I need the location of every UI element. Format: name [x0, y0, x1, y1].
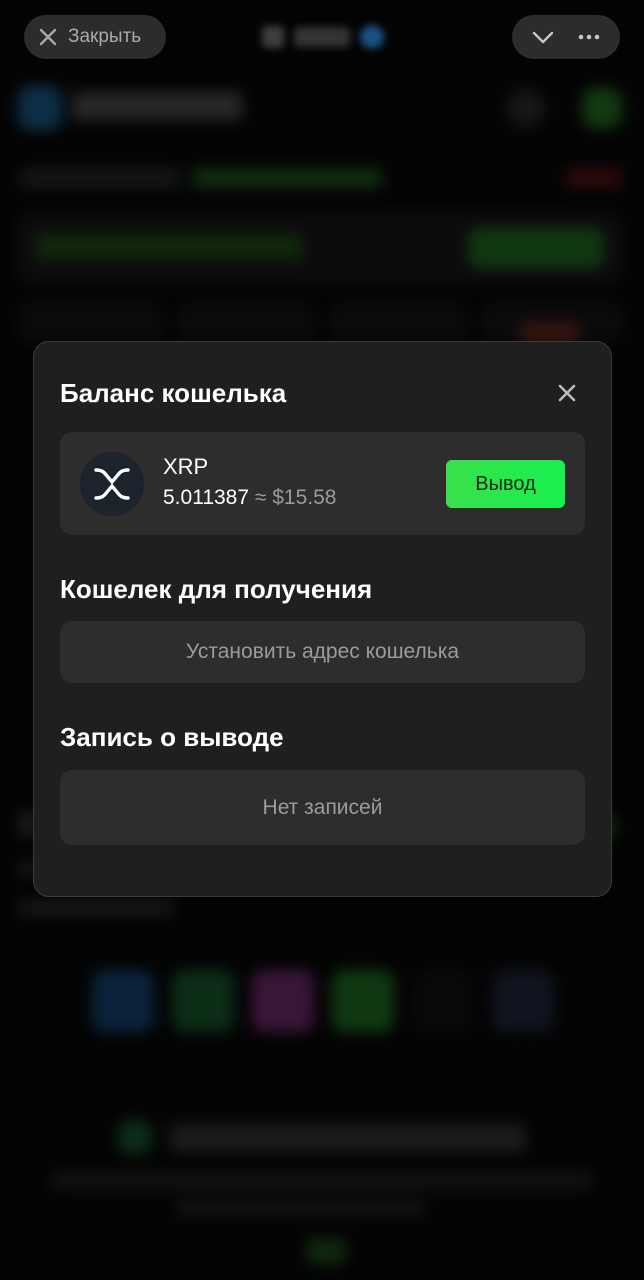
coin-usd-value: ≈ $15.58 — [254, 486, 337, 509]
window-controls — [512, 15, 620, 59]
balance-card: XRP 5.011387 ≈ $15.58 Вывод — [60, 432, 585, 535]
coin-amount: 5.011387 — [163, 486, 250, 509]
withdraw-button[interactable]: Вывод — [446, 460, 565, 508]
close-label: Закрыть — [68, 26, 142, 47]
coin-balance: 5.011387 ≈ $15.58 — [163, 486, 336, 510]
modal-title: Баланс кошелька — [60, 378, 287, 408]
top-bar: Закрыть — [0, 0, 644, 78]
receive-wallet-title: Кошелек для получения — [60, 574, 373, 604]
set-wallet-address-button[interactable]: Установить адрес кошелька — [60, 621, 585, 683]
wallet-balance-modal: Баланс кошелька XRP 5.011387 ≈ $15.58 Вы… — [33, 341, 612, 897]
modal-close-button[interactable] — [552, 378, 582, 408]
xrp-icon — [80, 452, 144, 516]
no-records-placeholder: Нет записей — [60, 770, 585, 845]
more-icon[interactable] — [576, 24, 602, 50]
close-button[interactable]: Закрыть — [24, 15, 166, 59]
close-icon — [558, 384, 576, 402]
close-icon — [39, 28, 57, 46]
chevron-down-icon[interactable] — [530, 24, 556, 50]
coin-name: XRP — [163, 454, 209, 479]
withdraw-record-title: Запись о выводе — [60, 722, 284, 752]
mini-app-title — [262, 22, 384, 52]
app-screen: Закрыть Баланс кошелька XRP 5.011387 ≈ $… — [0, 0, 644, 1280]
